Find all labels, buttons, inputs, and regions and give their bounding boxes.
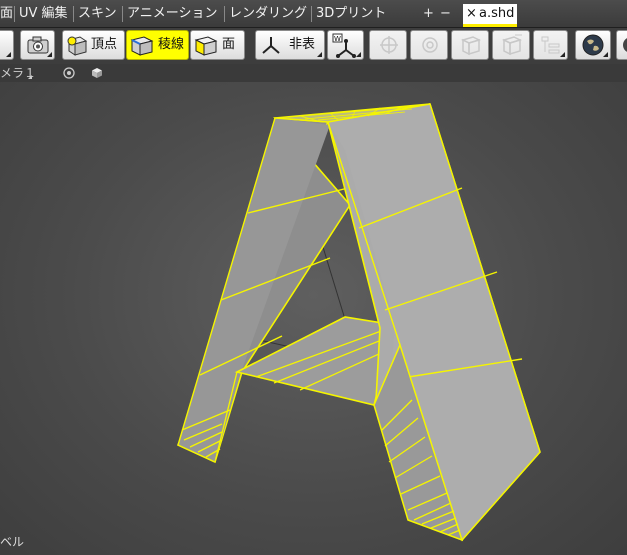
- close-tab-icon[interactable]: ×: [466, 4, 477, 24]
- 3d-viewport[interactable]: [0, 82, 627, 555]
- globe-icon: [582, 34, 604, 56]
- tab-separator: [73, 6, 74, 22]
- scale-tool-button[interactable]: [451, 30, 489, 60]
- view-corner-label: ベル: [0, 535, 25, 549]
- tab-menu-uv-edit[interactable]: UV 編集: [19, 0, 68, 27]
- hierarchy-button[interactable]: [533, 30, 568, 60]
- dropdown-triangle-icon: [28, 75, 32, 79]
- move-target-icon: [380, 36, 398, 54]
- rotate-target-icon: [422, 37, 438, 53]
- dropdown-triangle-icon: [603, 52, 608, 57]
- letter-a-model[interactable]: [0, 82, 627, 555]
- tab-separator: [311, 6, 312, 22]
- transform-tool-button[interactable]: [492, 30, 530, 60]
- dropdown-triangle-icon: [560, 52, 565, 57]
- edge-mode-button[interactable]: 稜線: [126, 30, 189, 60]
- edge-mode-label: 稜線: [158, 37, 185, 52]
- tab-menu-skin[interactable]: スキン: [78, 0, 117, 27]
- target-icon[interactable]: [63, 67, 75, 79]
- tab-menu-rendering[interactable]: レンダリング: [229, 0, 307, 27]
- dropdown-triangle-icon: [47, 52, 52, 57]
- tab-menu-face[interactable]: 面: [0, 0, 13, 27]
- dropdown-triangle-icon: [6, 52, 11, 57]
- add-tab-button[interactable]: +: [423, 0, 434, 27]
- vertex-mode-label: 頂点: [91, 37, 118, 52]
- cube-transform-icon: [501, 34, 523, 56]
- document-name: a.shd: [479, 6, 515, 21]
- vertex-cube-icon: [67, 36, 88, 56]
- svg-text:W: W: [334, 35, 341, 43]
- dropdown-triangle-icon: [356, 52, 361, 57]
- tab-separator: [224, 6, 225, 22]
- tab-separator: [14, 6, 15, 22]
- vertex-mode-button[interactable]: 頂点: [62, 30, 125, 60]
- world-axes-button[interactable]: W: [327, 30, 364, 60]
- shading-cube-icon[interactable]: [91, 67, 103, 79]
- axes-icon: [262, 37, 280, 54]
- cube-outline-icon: [460, 36, 482, 56]
- face-mode-label: 面: [222, 37, 236, 52]
- render-globe-button[interactable]: [575, 30, 611, 60]
- active-tab-indicator: [463, 24, 517, 27]
- hierarchy-icon: [541, 36, 560, 54]
- document-tab[interactable]: × a.shd: [463, 4, 517, 27]
- tab-menu-animation[interactable]: アニメーション: [127, 0, 217, 27]
- toolbar: 頂点 稜線 面 非表 W: [0, 28, 627, 64]
- edge-cube-icon: [130, 36, 154, 56]
- toolbar-partial-button[interactable]: [0, 30, 14, 60]
- rotate-tool-button[interactable]: [410, 30, 448, 60]
- camera-icon: [27, 36, 49, 54]
- view-header: メラ１: [0, 64, 627, 82]
- face-mode-button[interactable]: 面: [190, 30, 245, 60]
- hide-label: 非表: [289, 37, 316, 52]
- toolbar-partial-button-right[interactable]: [616, 30, 627, 60]
- remove-tab-button[interactable]: −: [440, 0, 451, 27]
- hide-button[interactable]: 非表: [255, 30, 325, 60]
- face-cube-icon: [194, 36, 218, 56]
- tab-bar: 面 UV 編集 スキン アニメーション レンダリング 3Dプリント + − × …: [0, 0, 627, 28]
- tab-menu-3d-print[interactable]: 3Dプリント: [316, 0, 386, 27]
- tab-separator: [122, 6, 123, 22]
- move-tool-button[interactable]: [369, 30, 407, 60]
- camera-button[interactable]: [20, 30, 55, 60]
- dropdown-triangle-icon: [317, 52, 322, 57]
- partial-icon: [623, 38, 627, 52]
